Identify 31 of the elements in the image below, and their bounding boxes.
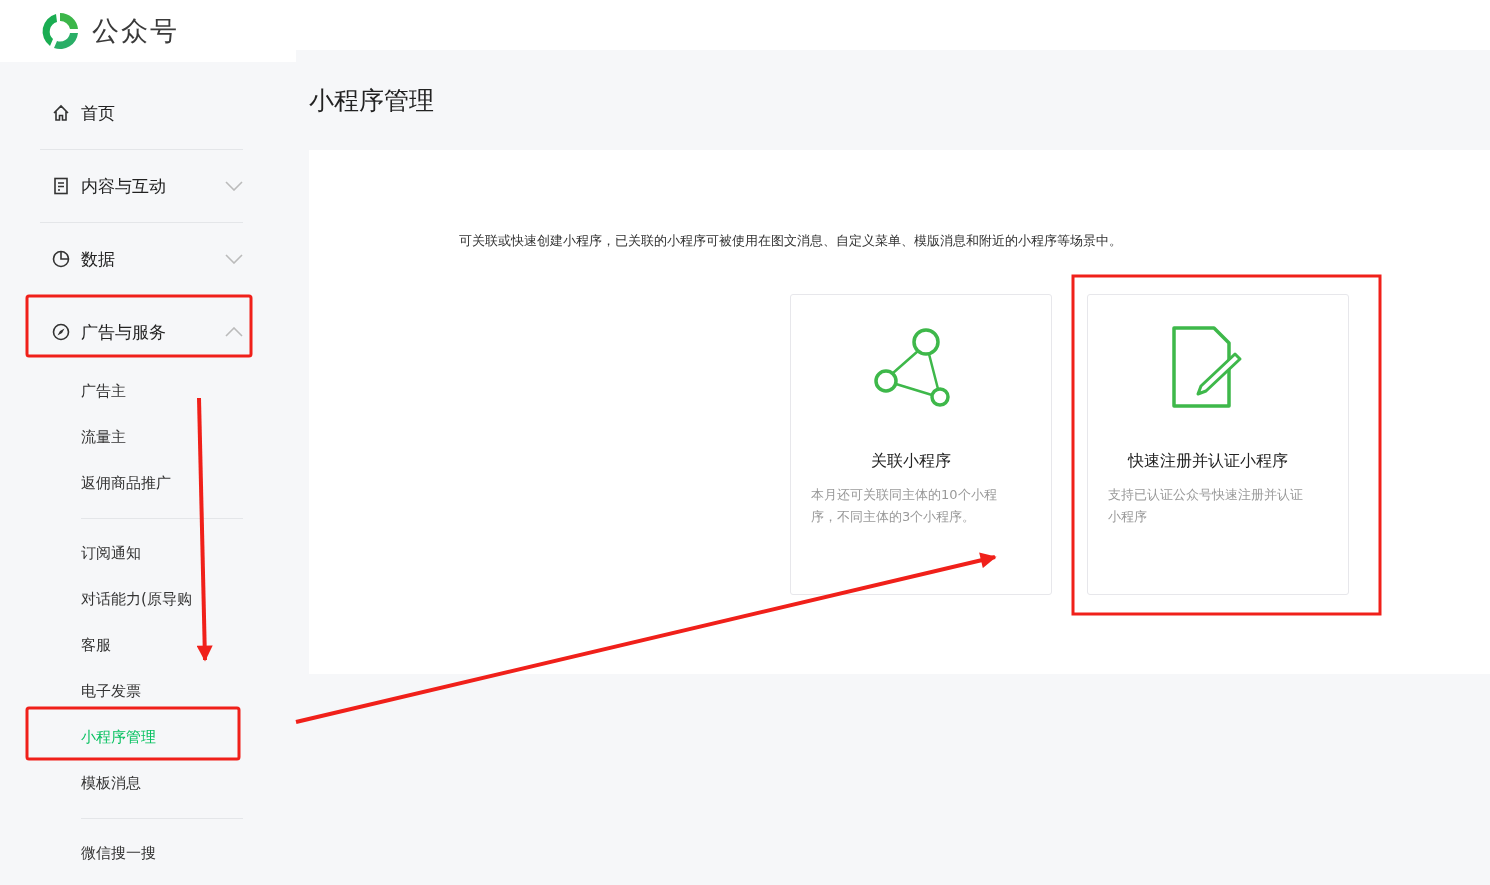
- card-title: 关联小程序: [871, 451, 951, 472]
- page-title: 小程序管理: [308, 84, 435, 117]
- brand-name: 公众号: [92, 14, 179, 48]
- sidebar-item[interactable]: 首页: [40, 77, 243, 149]
- sidebar-item[interactable]: 数据: [40, 223, 243, 295]
- home-icon: [51, 103, 71, 123]
- card-description: 支持已认证公众号快速注册并认证小程序: [1108, 486, 1304, 526]
- intro-text: 可关联或快速创建小程序，已关联的小程序可被使用在图文消息、自定义菜单、模版消息和附近的小程序等场景中。: [459, 232, 1123, 250]
- sidebar-subitem[interactable]: 微信搜一搜: [81, 843, 156, 863]
- sidebar-subitem[interactable]: 返佣商品推广: [81, 473, 171, 493]
- document-icon: [51, 176, 71, 196]
- card-description: 本月还可关联同主体的10个小程序，不同主体的3个小程序。: [811, 486, 998, 526]
- compass-icon: [51, 322, 71, 342]
- card-title: 快速注册并认证小程序: [1128, 451, 1288, 472]
- chevron-up-icon: [225, 327, 243, 337]
- network-nodes-icon: [871, 325, 951, 409]
- pie-chart-icon: [51, 249, 71, 269]
- sidebar-subitem[interactable]: 流量主: [81, 427, 126, 447]
- chevron-down-icon: [225, 181, 243, 191]
- option-card[interactable]: 关联小程序 本月还可关联同主体的10个小程序，不同主体的3个小程序。: [790, 294, 1052, 595]
- sidebar-item[interactable]: 广告与服务: [40, 296, 243, 368]
- sidebar-subitem[interactable]: 广告主: [81, 381, 126, 401]
- chevron-down-icon: [225, 254, 243, 264]
- option-card[interactable]: 快速注册并认证小程序 支持已认证公众号快速注册并认证小程序: [1087, 294, 1349, 595]
- sidebar-item[interactable]: 内容与互动: [40, 150, 243, 222]
- logo-icon: [40, 11, 80, 51]
- sidebar-subitem[interactable]: 订阅通知: [81, 543, 141, 563]
- sidebar-subitem[interactable]: 对话能力(原导购: [81, 589, 192, 609]
- sidebar-subitem[interactable]: 客服: [81, 635, 111, 655]
- sidebar-subitem[interactable]: 模板消息: [81, 773, 141, 793]
- sidebar-subitem[interactable]: 电子发票: [81, 681, 141, 701]
